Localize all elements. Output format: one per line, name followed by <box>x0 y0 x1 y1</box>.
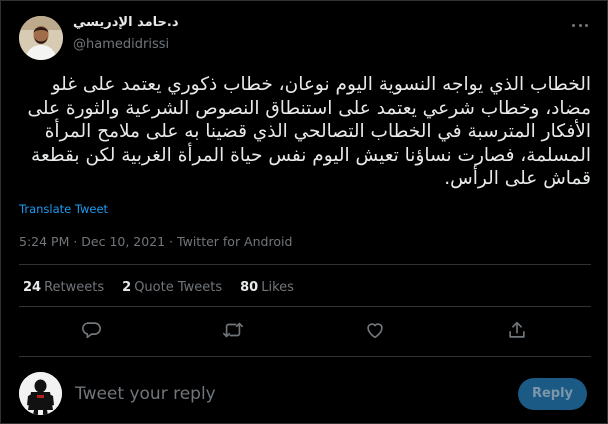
divider <box>19 356 591 357</box>
reply-input[interactable]: Tweet your reply <box>75 384 216 404</box>
user-avatar[interactable] <box>19 372 62 415</box>
share-icon[interactable] <box>506 319 528 341</box>
tweet-detail-panel: د.حامد الإدريسي @hamedidrissi الخطاب الذ… <box>0 0 608 424</box>
retweets-stat[interactable]: 24 Retweets <box>23 280 104 295</box>
quote-tweets-stat[interactable]: 2 Quote Tweets <box>122 280 222 295</box>
retweet-icon[interactable] <box>222 319 244 341</box>
reply-button[interactable]: Reply <box>518 378 587 410</box>
reply-icon[interactable] <box>80 319 102 341</box>
likes-stat[interactable]: 80 Likes <box>240 280 294 295</box>
author-handle[interactable]: @hamedidrissi <box>73 37 169 52</box>
divider <box>19 306 591 307</box>
divider <box>19 264 591 265</box>
author-avatar[interactable] <box>19 16 63 60</box>
tweet-text: الخطاب الذي يواجه النسوية اليوم نوعان، خ… <box>27 74 591 189</box>
more-options-icon[interactable] <box>569 17 591 33</box>
translate-tweet-link[interactable]: Translate Tweet <box>19 202 108 216</box>
like-icon[interactable] <box>364 319 386 341</box>
engagement-stats: 24 Retweets 2 Quote Tweets 80 Likes <box>23 280 312 295</box>
tweet-timestamp[interactable]: 5:24 PM · Dec 10, 2021 · Twitter for And… <box>19 234 292 249</box>
author-display-name[interactable]: د.حامد الإدريسي <box>73 15 303 30</box>
